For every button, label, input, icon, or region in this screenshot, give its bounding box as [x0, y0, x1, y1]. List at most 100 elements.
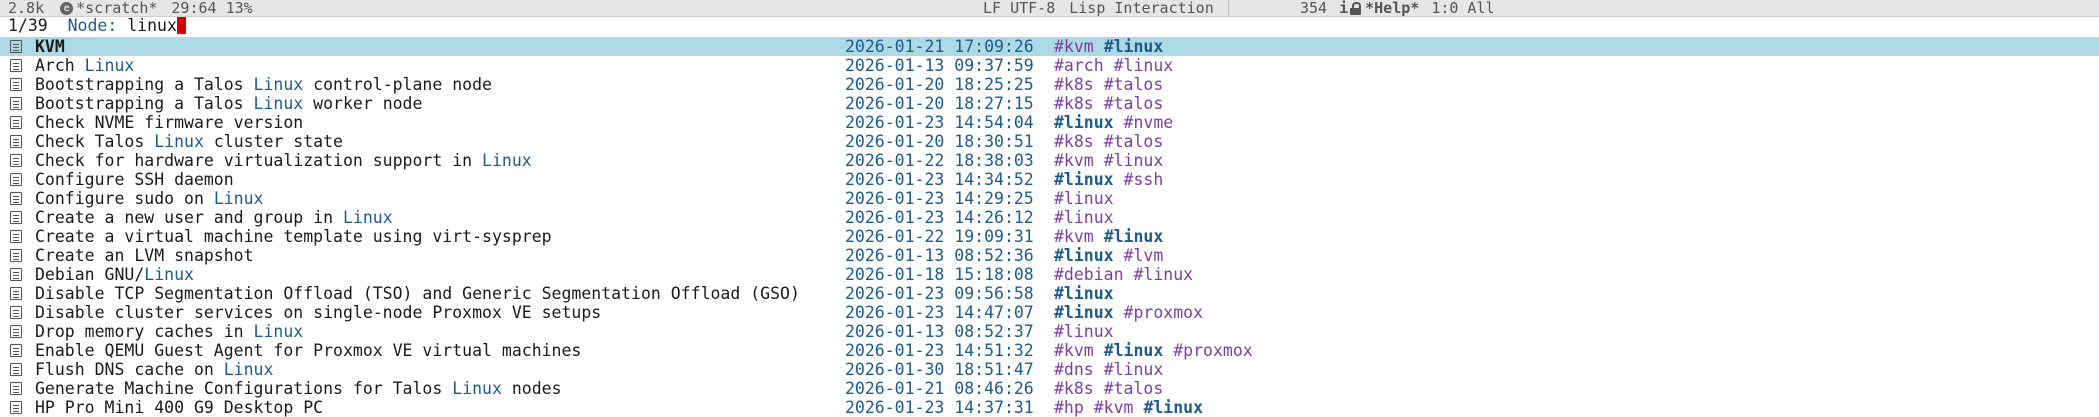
node-tag: #dns	[1054, 360, 1094, 379]
emacs-icon: e	[60, 1, 74, 15]
node-timestamp: 2026-01-23 14:51:32	[845, 341, 1034, 360]
node-tag: #linux	[1103, 37, 1164, 56]
node-tag: #kvm	[1054, 37, 1094, 56]
node-candidate[interactable]: Bootstrapping a Talos Linux worker node 2…	[0, 94, 2099, 113]
node-tag: #arch	[1054, 56, 1104, 75]
title-text: Bootstrapping a Talos	[35, 94, 254, 113]
node-candidate[interactable]: Disable TCP Segmentation Offload (TSO) a…	[0, 284, 2099, 303]
node-tag: #proxmox	[1123, 303, 1204, 322]
node-candidate[interactable]: Generate Machine Configurations for Talo…	[0, 379, 2099, 398]
node-title: Enable QEMU Guest Agent for Proxmox VE v…	[35, 341, 581, 360]
match-highlight: Linux	[223, 360, 274, 379]
node-tags: #arch #linux	[1054, 56, 1173, 75]
document-icon	[10, 154, 22, 167]
title-text: Configure SSH daemon	[35, 170, 234, 189]
node-candidate[interactable]: Check for hardware virtualization suppor…	[0, 151, 2099, 170]
node-candidate[interactable]: Enable QEMU Guest Agent for Proxmox VE v…	[0, 341, 2099, 360]
node-timestamp: 2026-01-22 19:09:31	[845, 227, 1034, 246]
node-title: Check for hardware virtualization suppor…	[35, 151, 532, 170]
node-candidate[interactable]: Create a virtual machine template using …	[0, 227, 2099, 246]
node-title: HP Pro Mini 400 G9 Desktop PC	[35, 398, 323, 417]
node-tags: #kvm #linux #proxmox	[1054, 341, 1253, 360]
node-tags: #k8s #talos	[1054, 132, 1163, 151]
node-candidate-selected[interactable]: KVM 2026-01-21 17:09:26 #kvm #linux	[0, 37, 2099, 56]
encoding[interactable]: LF UTF-8	[983, 0, 1055, 17]
node-timestamp: 2026-01-20 18:27:15	[845, 94, 1034, 113]
node-candidate[interactable]: Create a new user and group in Linux 2026…	[0, 208, 2099, 227]
node-tag: #k8s	[1054, 94, 1094, 113]
node-tags: #linux #lvm	[1054, 246, 1163, 265]
match-highlight: Linux	[253, 322, 304, 341]
match-highlight: Linux	[342, 208, 393, 227]
lock-icon	[1350, 1, 1362, 15]
node-title: Bootstrapping a Talos Linux worker node	[35, 94, 422, 113]
document-icon	[10, 211, 22, 224]
node-title: Disable TCP Segmentation Offload (TSO) a…	[35, 284, 800, 303]
node-timestamp: 2026-01-13 09:37:59	[845, 56, 1034, 75]
node-tag: #nvme	[1123, 113, 1174, 132]
node-candidate-list: KVM 2026-01-21 17:09:26 #kvm #linux Arch Li…	[0, 37, 2099, 417]
document-icon	[10, 306, 22, 319]
node-timestamp: 2026-01-13 08:52:37	[845, 322, 1034, 341]
title-text: Check Talos	[35, 132, 155, 151]
title-text: Create a virtual machine template using …	[35, 227, 552, 246]
node-title: Disable cluster services on single-node …	[35, 303, 601, 322]
match-highlight: Linux	[253, 94, 304, 113]
node-timestamp: 2026-01-13 08:52:36	[845, 246, 1034, 265]
node-timestamp: 2026-01-30 18:51:47	[845, 360, 1034, 379]
match-highlight: Linux	[253, 75, 304, 94]
node-candidate[interactable]: HP Pro Mini 400 G9 Desktop PC 2026-01-23 …	[0, 398, 2099, 417]
document-icon	[10, 268, 22, 281]
document-icon	[10, 325, 22, 338]
node-tag: #kvm	[1054, 227, 1094, 246]
node-title: Check Talos Linux cluster state	[35, 132, 343, 151]
node-candidate[interactable]: Configure sudo on Linux 2026-01-23 14:29:…	[0, 189, 2099, 208]
node-candidate[interactable]: Flush DNS cache on Linux 2026-01-30 18:51…	[0, 360, 2099, 379]
title-text: Check NVME firmware version	[35, 113, 304, 132]
node-candidate[interactable]: Check Talos Linux cluster state 2026-01-2…	[0, 132, 2099, 151]
node-candidate[interactable]: Drop memory caches in Linux 2026-01-13 08…	[0, 322, 2099, 341]
node-candidate[interactable]: Bootstrapping a Talos Linux control-plan…	[0, 75, 2099, 94]
document-icon	[10, 401, 22, 414]
document-icon	[10, 116, 22, 129]
document-icon	[10, 344, 22, 357]
major-mode[interactable]: Lisp Interaction	[1069, 0, 1214, 17]
document-icon	[10, 78, 22, 91]
node-candidate[interactable]: Create an LVM snapshot 2026-01-13 08:52:3…	[0, 246, 2099, 265]
document-icon	[10, 135, 22, 148]
buffer-name[interactable]: *scratch*	[76, 0, 157, 17]
node-title: Drop memory caches in Linux	[35, 322, 303, 341]
node-title: Arch Linux	[35, 56, 134, 75]
node-candidate[interactable]: Debian GNU/Linux 2026-01-18 15:18:08 #debi…	[0, 265, 2099, 284]
match-highlight: Linux	[482, 151, 532, 170]
document-icon	[10, 287, 22, 300]
node-candidate[interactable]: Check NVME firmware version 2026-01-23 14…	[0, 113, 2099, 132]
node-candidate[interactable]: Configure SSH daemon 2026-01-23 14:34:52 #…	[0, 170, 2099, 189]
node-tag: #linux	[1054, 170, 1114, 189]
mode-line-divider	[1227, 0, 1229, 16]
info-icon: i	[1339, 0, 1349, 17]
title-text: Disable cluster services on single-node …	[35, 303, 602, 322]
minibuffer-input[interactable]: linux	[127, 16, 177, 35]
node-tag: #hp	[1054, 398, 1084, 417]
title-text: Create a new user and group in	[35, 208, 343, 227]
node-tags: #linux	[1054, 284, 1114, 303]
line-number: 354	[1300, 0, 1328, 17]
node-tags: #k8s #talos	[1054, 94, 1163, 113]
node-tags: #kvm #linux	[1054, 37, 1163, 56]
minibuffer[interactable]: 1/39 Node: linux	[8, 16, 186, 35]
node-title: Debian GNU/Linux	[35, 265, 194, 284]
node-title: Create an LVM snapshot	[35, 246, 254, 265]
node-tags: #linux #ssh	[1054, 170, 1163, 189]
help-position: 1:0 All	[1431, 0, 1495, 17]
node-candidate[interactable]: Disable cluster services on single-node …	[0, 303, 2099, 322]
mode-line-right: 354 i *Help* 1:0 All	[1300, 0, 1495, 17]
node-tag: #linux	[1054, 322, 1114, 341]
title-text: Bootstrapping a Talos	[35, 75, 254, 94]
minibuffer-prompt: Node:	[67, 16, 118, 35]
node-tags: #kvm #linux	[1054, 227, 1163, 246]
help-buffer-name[interactable]: *Help*	[1365, 0, 1419, 17]
node-candidate[interactable]: Arch Linux 2026-01-13 09:37:59 #arch #linu…	[0, 56, 2099, 75]
node-tag: #linux	[1133, 265, 1194, 284]
node-timestamp: 2026-01-23 14:37:31	[845, 398, 1034, 417]
